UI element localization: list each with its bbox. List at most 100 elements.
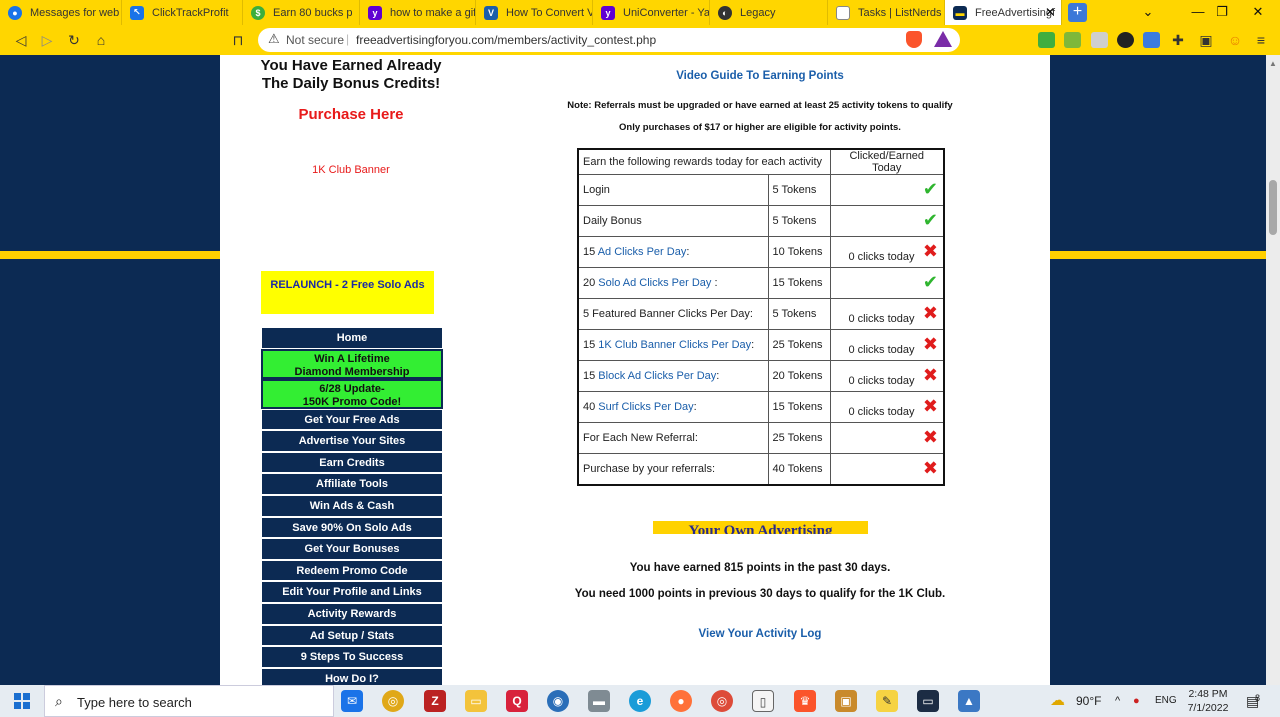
brave-rewards-icon[interactable] bbox=[934, 31, 952, 47]
weather-icon[interactable]: ☁ bbox=[1050, 685, 1065, 717]
nav-9-steps[interactable]: 9 Steps To Success bbox=[261, 646, 443, 668]
nav-ad-setup-stats[interactable]: Ad Setup / Stats bbox=[261, 624, 443, 647]
close-window-button[interactable]: ✕ bbox=[1236, 0, 1280, 25]
tab-search-chevron-icon[interactable]: ⌄ bbox=[1126, 0, 1170, 25]
filezilla-app-icon[interactable]: Z bbox=[424, 690, 446, 712]
activity-text: 20 bbox=[583, 277, 599, 289]
tab-clicktrackprofit[interactable]: ↖ ClickTrackProfit bbox=[122, 0, 243, 25]
menu-icon[interactable]: ≡ bbox=[1251, 30, 1271, 50]
tab-label: Earn 80 bucks p bbox=[273, 6, 353, 19]
taskbar-search[interactable]: ⌕ Type here to search bbox=[44, 685, 334, 717]
q-app-icon[interactable]: Q bbox=[506, 690, 528, 712]
app-icon[interactable]: ▭ bbox=[917, 690, 939, 712]
brave-shield-icon[interactable] bbox=[906, 31, 922, 48]
nav-edit-profile[interactable]: Edit Your Profile and Links bbox=[261, 581, 443, 603]
firefox-app-icon[interactable]: ● bbox=[670, 690, 692, 712]
nav-home[interactable]: Home bbox=[261, 327, 443, 349]
home-icon[interactable]: ⌂ bbox=[91, 30, 111, 50]
new-tab-button[interactable]: + bbox=[1068, 3, 1087, 22]
language-indicator[interactable]: ENG bbox=[1155, 685, 1177, 717]
page-scrollbar[interactable]: ▲ bbox=[1266, 55, 1280, 685]
url-text[interactable]: freeadvertisingforyou.com/members/activi… bbox=[356, 33, 656, 47]
clicks-today: 0 clicks today bbox=[848, 344, 915, 356]
mail-app-icon[interactable]: ✉ bbox=[341, 690, 363, 712]
table-row: 20 Solo Ad Clicks Per Day :15 Tokens ✔ bbox=[577, 267, 945, 299]
nav-get-free-ads[interactable]: Get Your Free Ads bbox=[261, 408, 443, 431]
banner-1k-club[interactable]: 1K Club Banner bbox=[220, 164, 482, 176]
nav-save-solo-ads[interactable]: Save 90% On Solo Ads bbox=[261, 516, 443, 539]
tab-legacy[interactable]: ◐ Legacy bbox=[710, 0, 828, 25]
weather-temp[interactable]: 90°F bbox=[1076, 685, 1101, 717]
tab-label: how to make a gif bbox=[390, 6, 476, 19]
nav-promo-code-update[interactable]: 6/28 Update- 150K Promo Code! bbox=[261, 378, 443, 409]
extension-icon[interactable] bbox=[1143, 32, 1160, 48]
tab-label: Legacy bbox=[740, 6, 776, 19]
close-tab-icon[interactable]: ✕ bbox=[1045, 5, 1055, 19]
sticky-notes-icon[interactable]: ✎ bbox=[876, 690, 898, 712]
freeadvertising-icon: ▬ bbox=[953, 5, 967, 20]
file-explorer-icon[interactable]: ▭ bbox=[465, 690, 487, 712]
nav-how-do-i[interactable]: How Do I? bbox=[261, 667, 443, 685]
tray-chevron-icon[interactable]: ^ bbox=[1115, 685, 1120, 717]
activity-text: 15 bbox=[583, 370, 599, 382]
extension-icon[interactable] bbox=[1038, 32, 1055, 48]
activity-link[interactable]: 1K Club Banner Clicks Per Day bbox=[598, 339, 751, 351]
activity-link[interactable]: Solo Ad Clicks Per Day bbox=[598, 277, 711, 289]
nav-affiliate-tools[interactable]: Affiliate Tools bbox=[261, 473, 443, 495]
document-app-icon[interactable]: ▯ bbox=[752, 690, 774, 712]
browser-app-icon[interactable]: ◎ bbox=[382, 690, 404, 712]
nav-advertise-sites[interactable]: Advertise Your Sites bbox=[261, 430, 443, 452]
nav-win-ads-cash[interactable]: Win Ads & Cash bbox=[261, 494, 443, 517]
rewards-table: Earn the following rewards today for eac… bbox=[577, 148, 945, 486]
tab-uniconverter[interactable]: y UniConverter - Yah bbox=[593, 0, 710, 25]
photos-app-icon[interactable]: ▲ bbox=[958, 690, 980, 712]
extension-icon[interactable] bbox=[1064, 32, 1081, 48]
extension-icon[interactable] bbox=[1091, 32, 1108, 48]
scroll-up-arrow-icon[interactable]: ▲ bbox=[1269, 59, 1277, 68]
nav-win-lifetime-diamond[interactable]: Win A Lifetime Diamond Membership bbox=[261, 348, 443, 379]
tab-earn-80-bucks[interactable]: $ Earn 80 bucks p bbox=[243, 0, 360, 25]
points-earned-text: You have earned 815 points in the past 3… bbox=[629, 562, 891, 574]
address-bar[interactable]: ⚠ Not secure | freeadvertisingforyou.com… bbox=[258, 28, 960, 52]
activity-log-link[interactable]: View Your Activity Log bbox=[540, 628, 980, 640]
back-icon[interactable]: ◁ bbox=[11, 30, 31, 50]
nav-earn-credits[interactable]: Earn Credits bbox=[261, 451, 443, 474]
profile-icon[interactable]: ☺ bbox=[1225, 30, 1245, 50]
edge-app-icon[interactable]: e bbox=[629, 690, 651, 712]
table-row: 40 Surf Clicks Per Day: 15 Tokens 0 clicks… bbox=[577, 391, 945, 423]
purchase-link[interactable]: Purchase Here bbox=[220, 106, 482, 123]
app-icon[interactable]: ▬ bbox=[588, 690, 610, 712]
nav-activity-rewards[interactable]: Activity Rewards bbox=[261, 602, 443, 625]
activity-link[interactable]: Ad Clicks Per Day bbox=[598, 246, 687, 258]
extensions-puzzle-icon[interactable]: ✚ bbox=[1168, 30, 1188, 50]
earned-notice: You Have Earned Already The Daily Bonus … bbox=[220, 57, 482, 93]
activity-text: Login bbox=[583, 184, 610, 196]
tokens-cell: 5 Tokens bbox=[767, 205, 831, 237]
tokens-cell: 40 Tokens bbox=[767, 453, 831, 485]
chrome-app-icon[interactable]: ◎ bbox=[711, 690, 733, 712]
nav-label: 150K Promo Code! bbox=[302, 395, 402, 408]
tab-freeadvertising[interactable]: ▬ FreeAdvertisingf ✕ bbox=[945, 0, 1062, 25]
tab-how-to-convert[interactable]: V How To Convert Vid bbox=[476, 0, 593, 25]
clock[interactable]: 2:48 PM 7/1/2022 bbox=[1178, 687, 1238, 715]
app-icon[interactable]: ▣ bbox=[835, 690, 857, 712]
tray-app-icon[interactable]: ● bbox=[1133, 685, 1140, 717]
activity-link[interactable]: Surf Clicks Per Day bbox=[598, 401, 693, 413]
nav-redeem-promo[interactable]: Redeem Promo Code bbox=[261, 559, 443, 582]
bookmark-icon[interactable]: ⊓ bbox=[228, 30, 248, 50]
tab-listnerds[interactable]: Tasks | ListNerds bbox=[828, 0, 945, 25]
extension-icon[interactable] bbox=[1117, 32, 1134, 48]
brave-app-icon[interactable]: ♛ bbox=[794, 690, 816, 712]
app-icon[interactable]: ◉ bbox=[547, 690, 569, 712]
scrollbar-thumb[interactable] bbox=[1269, 180, 1277, 235]
forward-icon[interactable]: ▷ bbox=[37, 30, 57, 50]
video-guide-link[interactable]: Video Guide To Earning Points bbox=[560, 70, 960, 82]
wallet-icon[interactable]: ▣ bbox=[1196, 30, 1216, 50]
relaunch-ad-banner[interactable]: RELAUNCH - 2 Free Solo Ads bbox=[261, 271, 434, 314]
nav-get-bonuses[interactable]: Get Your Bonuses bbox=[261, 538, 443, 560]
tab-how-to-make-a-gif[interactable]: y how to make a gif bbox=[360, 0, 476, 25]
reload-icon[interactable]: ↻ bbox=[64, 30, 84, 50]
tab-messages[interactable]: ● Messages for web bbox=[0, 0, 122, 25]
windows-start-icon[interactable] bbox=[14, 693, 30, 709]
activity-link[interactable]: Block Ad Clicks Per Day bbox=[598, 370, 716, 382]
